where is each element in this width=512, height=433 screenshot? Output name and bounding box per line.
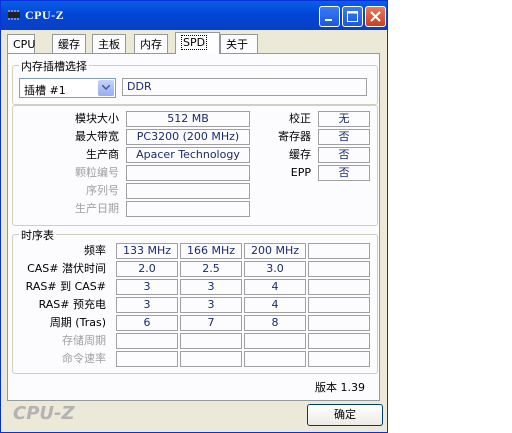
timing-cell	[180, 351, 242, 367]
timing-label-bank-cycle: 存储周期	[62, 334, 106, 347]
cpuz-logo: CPU-Z	[13, 403, 75, 424]
timing-cell	[308, 279, 370, 295]
timing-cell: 4	[244, 297, 306, 313]
serial-number-field	[126, 183, 250, 199]
timing-cell	[308, 351, 370, 367]
tab-cache[interactable]: 缓存	[52, 34, 86, 54]
timing-group-title: 时序表	[19, 227, 56, 243]
manufacturer-field: Apacer Technology	[126, 147, 250, 163]
title-bar[interactable]: CPU-Z	[1, 1, 387, 30]
timing-cell: 2.0	[116, 261, 178, 277]
manufacture-date-field	[126, 201, 250, 217]
buffered-field: 否	[318, 147, 370, 163]
part-number-label: 颗粒编号	[75, 166, 119, 179]
ecc-label: 校正	[289, 112, 311, 125]
timing-label-command-rate: 命令速率	[62, 352, 106, 365]
manufacturer-label: 生产商	[86, 148, 119, 161]
max-bandwidth-label: 最大带宽	[75, 130, 119, 143]
timing-cell: 3	[116, 279, 178, 295]
timing-label-ras-to-cas: RAS# 到 CAS#	[25, 280, 106, 293]
timing-cell: 4	[244, 279, 306, 295]
timing-cell	[116, 351, 178, 367]
timing-cell: 8	[244, 315, 306, 331]
close-button[interactable]	[365, 6, 386, 27]
tab-spd[interactable]: SPD	[175, 32, 220, 54]
registered-label: 寄存器	[278, 130, 311, 143]
timing-cell: 2.5	[180, 261, 242, 277]
timing-cell	[308, 333, 370, 349]
timing-cell	[308, 243, 370, 259]
timing-cell: 7	[180, 315, 242, 331]
timing-cell: 166 MHz	[180, 243, 242, 259]
chevron-down-icon	[102, 85, 110, 90]
maximize-button[interactable]	[342, 6, 363, 27]
registered-field: 否	[318, 129, 370, 145]
timing-cell: 3.0	[244, 261, 306, 277]
memory-type-field: DDR	[122, 78, 367, 96]
window-title: CPU-Z	[25, 8, 65, 22]
timing-label-frequency: 频率	[84, 244, 106, 257]
timing-cell	[308, 261, 370, 277]
timing-label-cas: CAS# 潜伏时间	[27, 262, 106, 275]
manufacture-date-label: 生产日期	[75, 202, 119, 215]
part-number-field	[126, 165, 250, 181]
epp-label: EPP	[290, 166, 311, 179]
timing-cell	[308, 315, 370, 331]
slot-value: 插槽 #1	[24, 84, 66, 97]
chip-icon	[8, 10, 20, 20]
timing-label-tras: 周期 (Tras)	[49, 316, 106, 329]
buffered-label: 缓存	[289, 148, 311, 161]
close-icon	[370, 11, 381, 22]
epp-field: 否	[318, 165, 370, 181]
timing-cell	[244, 333, 306, 349]
serial-number-label: 序列号	[86, 184, 119, 197]
module-size-label: 模块大小	[75, 112, 119, 125]
timing-cell	[116, 333, 178, 349]
module-size-field: 512 MB	[126, 111, 250, 127]
tab-mainboard[interactable]: 主板	[92, 34, 126, 54]
timing-cell	[308, 297, 370, 313]
timing-cell: 3	[180, 297, 242, 313]
timing-cell	[180, 333, 242, 349]
max-bandwidth-field: PC3200 (200 MHz)	[126, 129, 250, 145]
timing-cell: 200 MHz	[244, 243, 306, 259]
ecc-field: 无	[318, 111, 370, 127]
tab-about[interactable]: 关于	[220, 34, 258, 54]
cpuz-window: CPU-Z CPU 缓存 主板 内存 SPD 关于 内存插槽选择 插槽 #1 D…	[0, 0, 388, 433]
ok-button[interactable]: 确定	[307, 404, 383, 426]
slot-dropdown[interactable]: 插槽 #1	[19, 78, 116, 98]
timing-cell: 6	[116, 315, 178, 331]
version-text: 版本 1.39	[315, 381, 365, 394]
timing-cell: 3	[180, 279, 242, 295]
timing-cell: 133 MHz	[116, 243, 178, 259]
slot-group-title: 内存插槽选择	[19, 58, 89, 74]
timing-cell: 3	[116, 297, 178, 313]
tab-memory[interactable]: 内存	[134, 34, 168, 54]
minimize-button[interactable]	[319, 6, 340, 27]
tab-cpu[interactable]: CPU	[7, 34, 35, 54]
dropdown-arrow-button[interactable]	[98, 80, 114, 96]
timing-cell	[244, 351, 306, 367]
minimize-icon	[325, 19, 332, 21]
maximize-icon	[347, 11, 358, 22]
timing-label-ras-precharge: RAS# 预充电	[38, 298, 106, 311]
